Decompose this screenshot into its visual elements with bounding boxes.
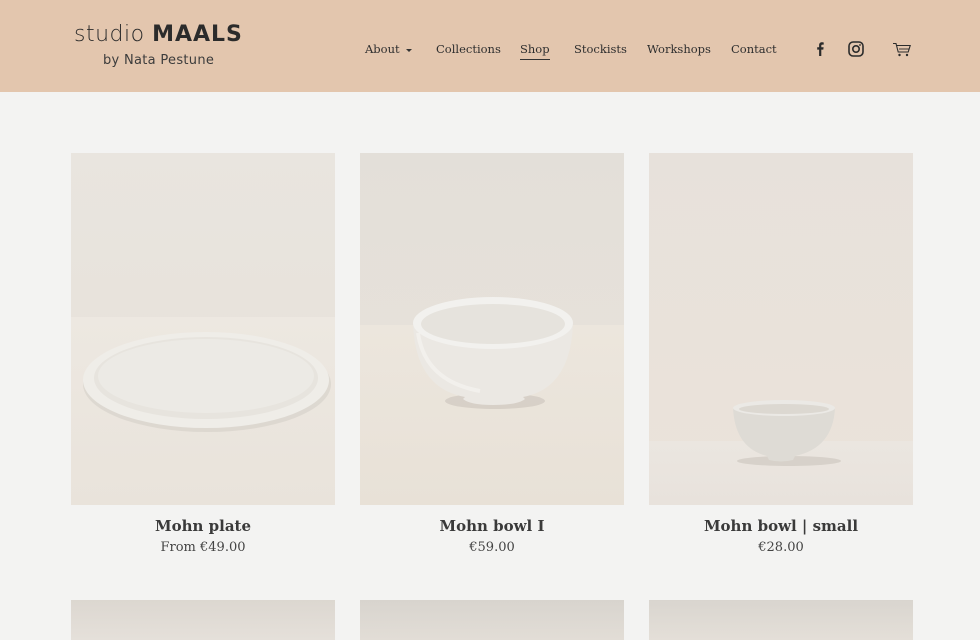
product-title[interactable]: Mohn plate bbox=[71, 517, 335, 535]
product-image-small-bowl[interactable] bbox=[649, 153, 913, 505]
brand-logo[interactable]: studio MAALS by Nata Pestune bbox=[74, 22, 243, 68]
nav-item-workshops[interactable]: Workshops bbox=[647, 42, 711, 56]
product-card[interactable]: Mohn bowl | small €28.00 bbox=[649, 153, 913, 555]
instagram-icon[interactable] bbox=[848, 41, 864, 57]
product-image-row2-2[interactable] bbox=[360, 600, 624, 640]
product-price: €28.00 bbox=[758, 540, 804, 555]
product-card[interactable]: Mohn bowl I €59.00 bbox=[360, 153, 624, 555]
chevron-down-icon bbox=[405, 48, 412, 52]
brand-name: studio MAALS bbox=[74, 22, 243, 48]
product-image-bowl[interactable] bbox=[360, 153, 624, 505]
site-header: studio MAALS by Nata Pestune About Colle… bbox=[0, 0, 980, 92]
product-image-row2-3[interactable] bbox=[649, 600, 913, 640]
product-image-plate[interactable] bbox=[71, 153, 335, 505]
product-title[interactable]: Mohn bowl | small bbox=[649, 517, 913, 535]
nav-item-shop[interactable]: Shop bbox=[520, 42, 550, 60]
cart-icon[interactable] bbox=[892, 42, 912, 57]
brand-name-bold: MAALS bbox=[152, 22, 243, 47]
nav-item-collections[interactable]: Collections bbox=[436, 42, 501, 56]
product-title[interactable]: Mohn bowl I bbox=[360, 517, 624, 535]
nav-item-label: About bbox=[365, 42, 400, 56]
brand-tagline: by Nata Pestune bbox=[103, 53, 215, 68]
facebook-icon[interactable] bbox=[815, 42, 825, 56]
product-price: €59.00 bbox=[469, 540, 515, 555]
nav-item-contact[interactable]: Contact bbox=[731, 42, 777, 56]
nav-item-stockists[interactable]: Stockists bbox=[574, 42, 627, 56]
product-card[interactable]: Mohn plate From €49.00 bbox=[71, 153, 335, 555]
product-image-row2-1[interactable] bbox=[71, 600, 335, 640]
brand-name-light: studio bbox=[74, 22, 145, 47]
nav-item-about[interactable]: About bbox=[365, 42, 412, 56]
product-price: From €49.00 bbox=[160, 540, 246, 555]
